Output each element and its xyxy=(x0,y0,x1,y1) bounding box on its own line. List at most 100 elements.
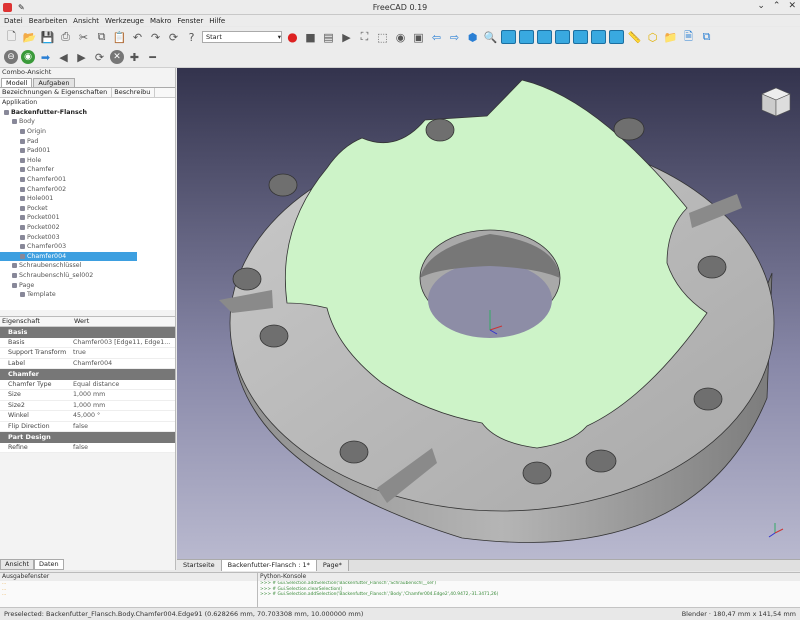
tab-startseite[interactable]: Startseite xyxy=(177,560,222,571)
tab-page[interactable]: Page* xyxy=(316,560,349,571)
web-back-icon[interactable]: ◀ xyxy=(56,50,71,65)
view-top-icon[interactable] xyxy=(537,30,552,44)
tree-item[interactable]: Schraubenschlü_sel002 xyxy=(0,271,175,281)
tree-item[interactable]: Pocket xyxy=(0,204,175,214)
web-home-icon[interactable]: ◉ xyxy=(21,50,35,64)
link-icon[interactable]: 🗎 xyxy=(681,30,696,45)
property-value[interactable]: false xyxy=(73,423,175,430)
web-stop-icon[interactable]: ✕ xyxy=(110,50,124,64)
zoom-icon[interactable]: 🔍 xyxy=(483,30,498,45)
tree-item[interactable]: Pad xyxy=(0,136,175,146)
web-refresh-icon[interactable]: ⟳ xyxy=(92,50,107,65)
property-group[interactable]: Part Design xyxy=(0,432,175,443)
undo-icon[interactable]: ↶ xyxy=(130,30,145,45)
menu-ansicht[interactable]: Ansicht xyxy=(73,17,99,25)
bounding-box-icon[interactable]: ▣ xyxy=(411,30,426,45)
property-row[interactable]: Size 1,000 mm xyxy=(0,390,175,401)
part-icon[interactable]: ⬡ xyxy=(645,30,660,45)
zoom-out-icon[interactable]: ━ xyxy=(145,50,160,65)
record-macro-icon[interactable]: ● xyxy=(285,30,300,45)
tree-item[interactable]: Pad001 xyxy=(0,146,175,156)
menu-makro[interactable]: Makro xyxy=(150,17,171,25)
property-value[interactable]: 1,000 mm xyxy=(73,402,175,409)
tree-header-labels[interactable]: Bezeichnungen & Eigenschaften xyxy=(0,88,113,97)
property-row[interactable]: Winkel 45,000 ° xyxy=(0,411,175,422)
tree-item[interactable]: Pocket001 xyxy=(0,213,175,223)
property-group[interactable]: Chamfer xyxy=(0,369,175,380)
property-value[interactable]: 1,000 mm xyxy=(73,391,175,398)
property-value[interactable]: 45,000 ° xyxy=(73,412,175,419)
tree-item[interactable]: Page xyxy=(0,280,175,290)
property-value[interactable]: Chamfer003 [Edge11, Edge1... xyxy=(73,339,175,346)
bolt-hole[interactable] xyxy=(339,440,369,464)
macro-editor-icon[interactable]: ▤ xyxy=(321,30,336,45)
bolt-hole[interactable] xyxy=(693,387,723,411)
maximize-icon[interactable]: ⌃ xyxy=(773,1,781,11)
menu-datei[interactable]: Datei xyxy=(4,17,23,25)
menu-werkzeuge[interactable]: Werkzeuge xyxy=(105,17,144,25)
tree-item[interactable]: Chamfer002 xyxy=(0,184,175,194)
back-icon[interactable]: ⇦ xyxy=(429,30,444,45)
property-value[interactable]: Equal distance xyxy=(73,381,175,388)
tree-item[interactable]: Hole xyxy=(0,156,175,166)
tree-item[interactable]: Chamfer001 xyxy=(0,175,175,185)
draw-style-icon[interactable]: ◉ xyxy=(393,30,408,45)
whats-this-icon[interactable]: ? xyxy=(184,30,199,45)
forward-icon[interactable]: ⇨ xyxy=(447,30,462,45)
navigation-cube[interactable] xyxy=(761,87,791,117)
tab-aufgaben[interactable]: Aufgaben xyxy=(33,78,75,87)
property-value[interactable]: Chamfer004 xyxy=(73,360,175,367)
web-next-icon[interactable]: ▶ xyxy=(74,50,89,65)
bolt-hole[interactable] xyxy=(522,461,552,485)
close-icon[interactable]: ✕ xyxy=(788,1,796,11)
bolt-hole[interactable] xyxy=(613,117,645,141)
bolt-hole[interactable] xyxy=(697,255,727,279)
property-group[interactable]: Basis xyxy=(0,327,175,338)
new-file-icon[interactable]: 🗋 xyxy=(4,30,19,45)
property-row[interactable]: Support Transform true xyxy=(0,348,175,359)
copy-icon[interactable]: ⧉ xyxy=(94,30,109,45)
tree-item[interactable]: Origin xyxy=(0,127,175,137)
property-row[interactable]: Label Chamfer004 xyxy=(0,359,175,369)
view-rear-icon[interactable] xyxy=(573,30,588,44)
property-row[interactable]: Basis Chamfer003 [Edge11, Edge1... xyxy=(0,338,175,348)
property-row[interactable]: Chamfer Type Equal distance xyxy=(0,380,175,390)
flange-model[interactable] xyxy=(177,68,800,559)
tab-ansicht[interactable]: Ansicht xyxy=(0,559,35,570)
link-make-icon[interactable]: ⧉ xyxy=(699,30,714,45)
tree-item[interactable]: Hole001 xyxy=(0,194,175,204)
property-value[interactable]: true xyxy=(73,349,175,356)
paste-icon[interactable]: 📋 xyxy=(112,30,127,45)
measure-icon[interactable]: 📏 xyxy=(627,30,642,45)
arrow-right-icon[interactable]: ➡ xyxy=(38,50,53,65)
bolt-hole[interactable] xyxy=(268,173,298,197)
run-macro-icon[interactable]: ▶ xyxy=(339,30,354,45)
save-icon[interactable]: 💾 xyxy=(40,30,55,45)
view-iso-icon[interactable] xyxy=(501,30,516,44)
open-file-icon[interactable]: 📂 xyxy=(22,30,37,45)
minimize-icon[interactable]: ⌄ xyxy=(757,1,765,11)
tree-item[interactable]: Backenfutter-Flansch xyxy=(0,108,175,118)
zoom-in-icon[interactable]: ✚ xyxy=(127,50,142,65)
tree-item[interactable]: Chamfer xyxy=(0,165,175,175)
cut-icon[interactable]: ✂ xyxy=(76,30,91,45)
stop-macro-icon[interactable]: ■ xyxy=(303,30,318,45)
view-bottom-icon[interactable] xyxy=(591,30,606,44)
view-front-icon[interactable] xyxy=(519,30,534,44)
menu-bearbeiten[interactable]: Bearbeiten xyxy=(29,17,67,25)
property-row[interactable]: Flip Direction false xyxy=(0,422,175,432)
tree-header-description[interactable]: Beschreibu xyxy=(112,88,156,97)
bolt-hole[interactable] xyxy=(425,118,455,142)
pin-icon[interactable]: ✎ xyxy=(18,3,25,12)
bolt-hole[interactable] xyxy=(232,267,262,291)
folder-icon[interactable]: 📁 xyxy=(663,30,678,45)
3d-viewport[interactable] xyxy=(177,68,800,559)
print-icon[interactable]: ⎙ xyxy=(58,30,73,45)
python-console[interactable]: Python-Konsole >>> # Gui.Selection.addSe… xyxy=(258,573,800,607)
sync-view-icon[interactable]: ⬢ xyxy=(465,30,480,45)
tree-item[interactable]: Template xyxy=(0,290,175,300)
property-row[interactable]: Size2 1,000 mm xyxy=(0,401,175,411)
navigation-icon[interactable]: ⊖ xyxy=(4,50,18,64)
refresh-icon[interactable]: ⟳ xyxy=(166,30,181,45)
tree-item[interactable]: Schraubenschlüssel xyxy=(0,261,175,271)
